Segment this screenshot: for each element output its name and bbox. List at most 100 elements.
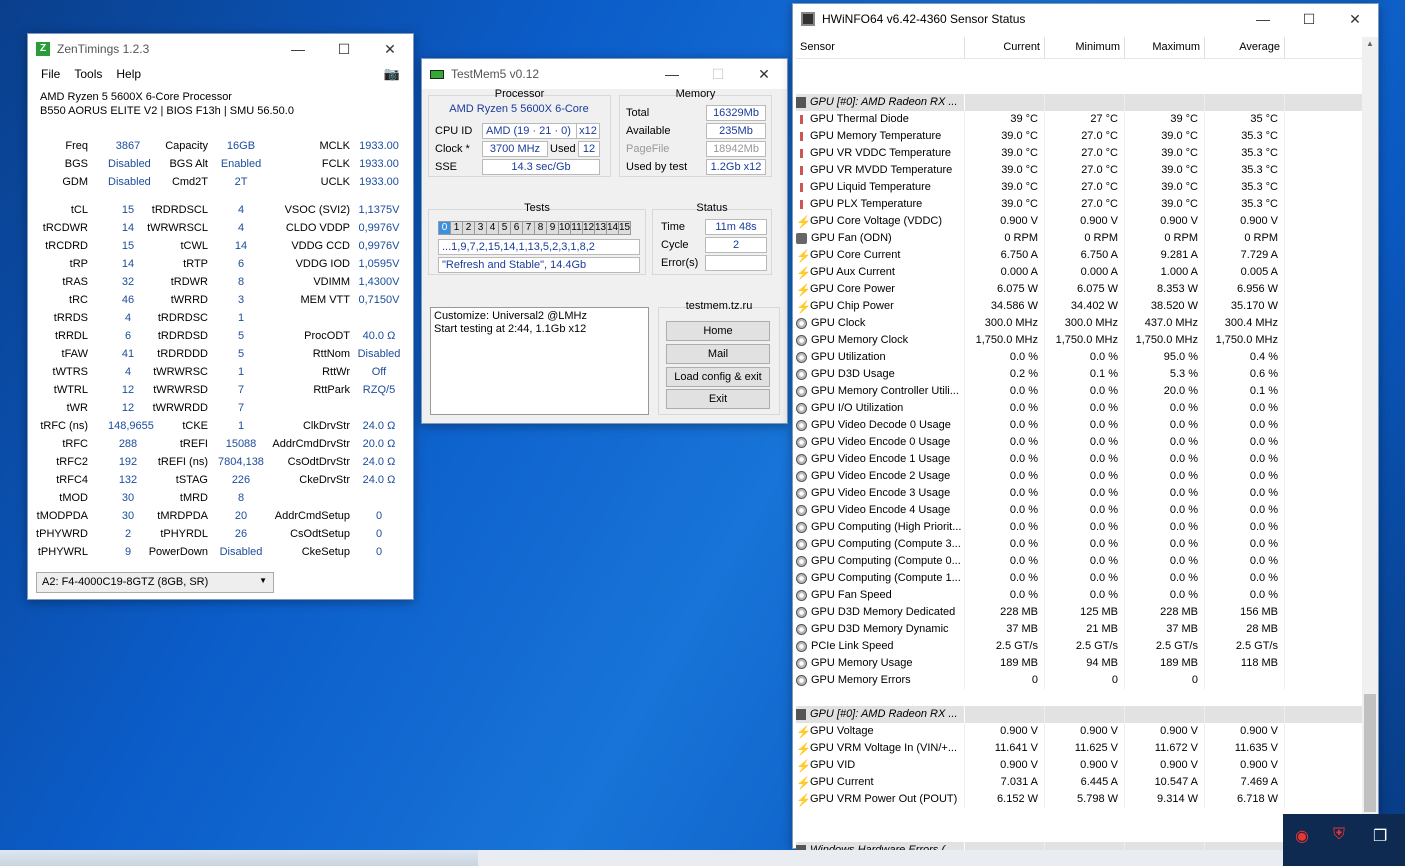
timing-value: 1933.00 [359,158,399,170]
table-row[interactable]: PCIe Link Speed 2.5 GT/s 2.5 GT/s 2.5 GT/s 2… [796,638,1364,655]
sensor-name-cell: GPU Video Encode 3 Usage [796,485,965,502]
sensor-group-row[interactable]: GPU [#0]: AMD Radeon RX ... [796,94,1364,111]
table-row[interactable]: GPU D3D Memory Dedicated 228 MB 125 MB 228 … [796,604,1364,621]
notifications-icon[interactable]: ❐ [1373,826,1387,846]
table-row[interactable]: GPU Video Encode 0 Usage 0.0 % 0.0 % 0.0 % 0… [796,434,1364,451]
timing-label: CkeDrvStr [299,474,350,486]
table-row[interactable]: GPU Computing (Compute 0... 0.0 % 0.0 % 0.0… [796,553,1364,570]
table-row[interactable]: GPU Liquid Temperature 39.0 °C 27.0 °C 39.0… [796,179,1364,196]
maximize-button[interactable]: ☐ [321,34,367,64]
exit-button[interactable]: Exit [666,389,770,409]
table-row[interactable]: GPU Fan Speed 0.0 % 0.0 % 0.0 % 0.0 % [796,587,1364,604]
table-row[interactable]: GPU VR MVDD Temperature 39.0 °C 27.0 °C 39.… [796,162,1364,179]
close-button[interactable]: ✕ [1332,4,1378,34]
table-row[interactable]: ⚡ GPU Core Current 6.750 A 6.750 A 9.281 A 7.… [796,247,1364,264]
table-row[interactable]: GPU Fan (ODN) 0 RPM 0 RPM 0 RPM 0 RPM [796,230,1364,247]
table-row[interactable]: GPU Memory Errors 0 0 0 [796,672,1364,689]
sensor-name: GPU Video Encode 1 Usage [811,453,951,465]
clock-field: 3700 MHz [482,141,548,157]
sensor-name: GPU Video Encode 3 Usage [811,487,951,499]
table-row[interactable]: GPU Utilization 0.0 % 0.0 % 95.0 % 0.4 % [796,349,1364,366]
screenshot-camera-icon[interactable]: 📷 [377,66,407,82]
col-sensor[interactable]: Sensor [796,37,965,58]
mail-button[interactable]: Mail [666,344,770,364]
table-row[interactable]: GPU Memory Controller Utili... 0.0 % 0.0 %… [796,383,1364,400]
sensor-name: GPU Core Voltage (VDDC) [810,215,943,227]
table-row[interactable]: ⚡ GPU Voltage 0.900 V 0.900 V 0.900 V 0.900 V [796,723,1364,740]
scrollbar[interactable]: ▲ [1362,37,1378,848]
maximize-button[interactable]: ☐ [695,59,741,89]
table-row[interactable]: GPU Thermal Diode 39 °C 27 °C 39 °C 35 °C [796,111,1364,128]
menu-file[interactable]: File [34,67,67,81]
hwinfo-titlebar[interactable]: HWiNFO64 v6.42-4360 Sensor Status — ☐ ✕ [793,4,1378,34]
home-button[interactable]: Home [666,321,770,341]
timing-label: tRRDL [54,330,88,342]
table-row[interactable]: GPU I/O Utilization 0.0 % 0.0 % 0.0 % 0.0 % [796,400,1364,417]
table-row[interactable]: GPU Computing (Compute 3... 0.0 % 0.0 % 0.0… [796,536,1364,553]
timing-value: 0,7150V [358,294,400,306]
sensor-name-cell: GPU PLX Temperature [796,196,965,213]
table-row[interactable]: GPU Video Encode 2 Usage 0.0 % 0.0 % 0.0 % 0… [796,468,1364,485]
tray-app-icon[interactable]: ◉ [1295,826,1309,846]
table-row[interactable]: ⚡ GPU VRM Power Out (POUT) 6.152 W 5.798 W9… [796,791,1364,808]
col-maximum[interactable]: Maximum [1125,37,1205,58]
value-cell: 0.0 % [1125,570,1205,587]
table-row[interactable]: GPU Memory Clock 1,750.0 MHz 1,750.0 MHz 1,… [796,332,1364,349]
table-row[interactable]: ⚡ GPU Current 7.031 A 6.445 A 10.547 A 7.469 … [796,774,1364,791]
table-row[interactable]: ⚡ GPU Core Power 6.075 W 6.075 W 8.353 W 6.95… [796,281,1364,298]
cpuid-field: AMD (19 · 21 · 0) [482,123,577,139]
timing-label: MCLK [319,140,350,152]
table-row[interactable]: GPU Memory Usage 189 MB 94 MB 189 MB 118 MB [796,655,1364,672]
minimize-button[interactable]: — [1240,4,1286,34]
table-row[interactable]: GPU Memory Temperature 39.0 °C 27.0 °C 39.0… [796,128,1364,145]
value-cell: 39 °C [1125,111,1205,128]
table-row[interactable]: ⚡ GPU Chip Power 34.586 W 34.402 W 38.520 W3… [796,298,1364,315]
close-button[interactable]: ✕ [367,34,413,64]
table-row[interactable]: ⚡ GPU VRM Voltage In (VIN/+... 11.641 V 11.… [796,740,1364,757]
testmem-titlebar[interactable]: TestMem5 v0.12 — ☐ ✕ [422,59,787,89]
sensor-name: GPU Fan Speed [811,589,892,601]
table-row[interactable]: GPU Video Encode 1 Usage 0.0 % 0.0 % 0.0 % 0… [796,451,1364,468]
value-cell: 2.5 GT/s [1205,638,1285,655]
table-row[interactable]: GPU Computing (High Priorit... 0.0 % 0.0 %… [796,519,1364,536]
shield-icon[interactable]: ⛨ [1333,826,1345,844]
value-cell: 0.900 V [1205,213,1285,230]
col-average[interactable]: Average [1205,37,1285,58]
close-button[interactable]: ✕ [741,59,787,89]
scroll-up-icon[interactable]: ▲ [1366,39,1374,48]
timing-value: 5 [237,330,245,342]
table-row[interactable]: GPU Video Encode 4 Usage 0.0 % 0.0 % 0.0 % 0… [796,502,1364,519]
table-row[interactable]: GPU Video Encode 3 Usage 0.0 % 0.0 % 0.0 % 0… [796,485,1364,502]
scrollbar-thumb[interactable] [1364,694,1376,812]
zentimings-titlebar[interactable]: Z ZenTimings 1.2.3 — ☐ ✕ [28,34,413,64]
sensor-name-cell: ⚡ GPU Core Voltage (VDDC) [796,213,965,230]
log-line: Start testing at 2:44, 1.1Gb x12 [434,323,587,335]
minimize-button[interactable]: — [275,34,321,64]
table-row[interactable]: ⚡ GPU Aux Current 0.000 A 0.000 A 1.000 A 0.0… [796,264,1364,281]
menu-tools[interactable]: Tools [67,67,109,81]
value-cell: 0.0 % [1125,417,1205,434]
module-select[interactable]: A2: F4-4000C19-8GTZ (8GB, SR) ▼ [36,572,274,593]
table-row[interactable]: ⚡ GPU Core Voltage (VDDC) 0.900 V 0.900 V 0.… [796,213,1364,230]
col-minimum[interactable]: Minimum [1045,37,1125,58]
table-row[interactable]: ⚡ GPU VID 0.900 V 0.900 V 0.900 V 0.900 V [796,757,1364,774]
table-row[interactable]: GPU Computing (Compute 1... 0.0 % 0.0 % 0.0… [796,570,1364,587]
table-row[interactable]: GPU Clock 300.0 MHz 300.0 MHz 437.0 MHz 300.… [796,315,1364,332]
timing-value: 0 [375,528,383,540]
sensor-name-cell: GPU Memory Usage [796,655,965,672]
maximize-button[interactable]: ☐ [1286,4,1332,34]
table-row[interactable]: GPU D3D Memory Dynamic 37 MB 21 MB 37 MB 28 … [796,621,1364,638]
table-row[interactable]: GPU VR VDDC Temperature 39.0 °C 27.0 °C 39.… [796,145,1364,162]
table-row[interactable]: GPU D3D Usage 0.2 % 0.1 % 5.3 % 0.6 % [796,366,1364,383]
log-textarea[interactable]: Customize: Universal2 @LMHz Start testin… [430,307,649,415]
minimize-button[interactable]: — [649,59,695,89]
col-current[interactable]: Current [965,37,1045,58]
load-config-exit-button[interactable]: Load config & exit [666,367,770,387]
value-cell: 0.005 A [1205,264,1285,281]
table-row[interactable]: GPU PLX Temperature 39.0 °C 27.0 °C 39.0 °C… [796,196,1364,213]
table-row[interactable]: GPU Video Decode 0 Usage 0.0 % 0.0 % 0.0 % 0… [796,417,1364,434]
menu-help[interactable]: Help [109,67,148,81]
value-cell: 0.0 % [1205,536,1285,553]
system-tray: ◉ ⛨ ❐ [1283,814,1405,866]
sensor-group-row[interactable]: GPU [#0]: AMD Radeon RX ... [796,706,1364,723]
